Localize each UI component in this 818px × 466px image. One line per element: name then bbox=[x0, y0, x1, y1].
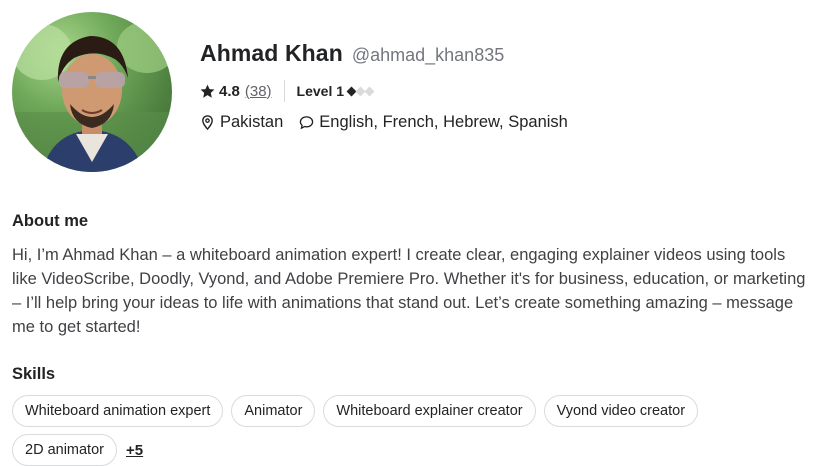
languages: English, French, Hebrew, Spanish bbox=[299, 113, 568, 132]
seller-handle: @ahmad_khan835 bbox=[351, 45, 505, 65]
skill-chip[interactable]: Vyond video creator bbox=[543, 395, 699, 427]
profile-header: Ahmad Khan @ahmad_khan835 4.8 (38) Level… bbox=[200, 40, 568, 132]
divider bbox=[283, 80, 285, 102]
rating-value: 4.8 bbox=[219, 82, 240, 100]
location-pin-icon bbox=[202, 115, 213, 130]
star-icon bbox=[200, 84, 215, 98]
rating-row: 4.8 (38) Level 1 bbox=[200, 80, 568, 102]
languages-text: English, French, Hebrew, Spanish bbox=[319, 113, 568, 131]
location-text: Pakistan bbox=[220, 113, 284, 131]
meta-row: Pakistan English, French, Hebrew, Spanis… bbox=[200, 113, 568, 132]
seller-level: Level 1 bbox=[296, 83, 375, 99]
seller-name[interactable]: Ahmad Khan bbox=[200, 40, 343, 67]
profile-photo bbox=[12, 21, 172, 172]
level-diamond-icon bbox=[364, 86, 375, 96]
level-label: Level 1 bbox=[296, 83, 345, 99]
more-skills-link[interactable]: +5 bbox=[126, 442, 143, 459]
skills-list: Whiteboard animation expert Animator Whi… bbox=[12, 395, 802, 466]
avatar[interactable] bbox=[12, 12, 172, 172]
rating-count-link[interactable]: (38) bbox=[245, 83, 272, 100]
skill-chip[interactable]: Animator bbox=[231, 395, 316, 427]
speech-bubble-icon bbox=[300, 116, 314, 130]
about-title: About me bbox=[12, 212, 89, 230]
skill-chip[interactable]: Whiteboard animation expert bbox=[12, 395, 224, 427]
level-diamonds bbox=[346, 86, 375, 96]
location: Pakistan bbox=[200, 113, 283, 132]
about-text: Hi, I’m Ahmad Khan – a whiteboard animat… bbox=[12, 246, 806, 336]
skill-chip[interactable]: 2D animator bbox=[12, 434, 117, 466]
skill-chip[interactable]: Whiteboard explainer creator bbox=[323, 395, 536, 427]
name-row: Ahmad Khan @ahmad_khan835 bbox=[200, 40, 568, 67]
skills-title: Skills bbox=[12, 365, 56, 383]
